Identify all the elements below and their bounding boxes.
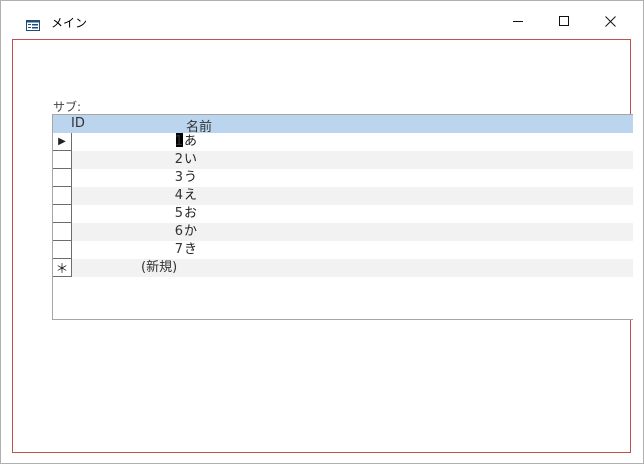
record-selector[interactable] <box>53 187 72 205</box>
table-row[interactable]: 2 い <box>53 151 633 169</box>
cell-id[interactable]: 1 <box>153 133 183 151</box>
cell-name[interactable]: か <box>184 223 197 241</box>
cell-id[interactable]: 4 <box>153 187 183 205</box>
form-icon <box>26 16 40 31</box>
cell-name[interactable]: あ <box>184 133 197 151</box>
cell-id-value: 1 <box>174 134 183 149</box>
cell-id[interactable]: 5 <box>153 205 183 223</box>
record-selector[interactable] <box>53 169 72 187</box>
maximize-icon <box>559 16 569 26</box>
record-selector[interactable] <box>53 223 72 241</box>
table-row[interactable]: 6 か <box>53 223 633 241</box>
maximize-button[interactable] <box>541 1 587 41</box>
subform-label: サブ: <box>53 100 82 114</box>
close-button[interactable] <box>587 1 633 41</box>
cell-name[interactable]: お <box>184 205 197 223</box>
main-window: メイン サブ: ID 名前 ▶ 1 あ 2 い 3 う 4 え 5 お 6 か … <box>0 0 644 464</box>
window-title: メイン <box>51 16 88 30</box>
table-row[interactable]: 3 う <box>53 169 633 187</box>
current-record-icon: ▶ <box>58 136 66 147</box>
record-selector[interactable] <box>53 151 72 169</box>
cell-name[interactable]: う <box>184 169 197 187</box>
record-selector-current[interactable]: ▶ <box>53 133 72 151</box>
column-header-id[interactable]: ID <box>71 116 85 131</box>
minimize-button[interactable] <box>495 1 541 41</box>
table-row[interactable]: 5 お <box>53 205 633 223</box>
cell-id[interactable]: 3 <box>153 169 183 187</box>
close-icon <box>604 15 616 27</box>
cell-name[interactable]: き <box>184 241 197 259</box>
cell-id[interactable]: 7 <box>153 241 183 259</box>
minimize-icon <box>513 21 523 22</box>
record-selector[interactable] <box>53 241 72 259</box>
record-selector[interactable] <box>53 205 72 223</box>
table-row[interactable]: 4 え <box>53 187 633 205</box>
cell-id[interactable]: 2 <box>153 151 183 169</box>
cell-id[interactable]: 6 <box>153 223 183 241</box>
new-record-row[interactable]: ＊ (新規) <box>53 259 633 277</box>
cell-name[interactable]: い <box>184 151 197 169</box>
new-record-icon: ＊ <box>55 262 69 277</box>
table-row[interactable]: 7 き <box>53 241 633 259</box>
column-header-row: ID 名前 <box>53 115 633 135</box>
record-selector-new[interactable]: ＊ <box>53 259 72 277</box>
cell-name[interactable]: え <box>184 187 197 205</box>
table-row[interactable]: ▶ 1 あ <box>53 133 633 151</box>
title-bar[interactable]: メイン <box>1 1 643 41</box>
new-record-label[interactable]: (新規) <box>141 259 177 277</box>
subform-datasheet[interactable]: ID 名前 ▶ 1 あ 2 い 3 う 4 え 5 お 6 か 7 き ＊ (新… <box>52 114 633 320</box>
